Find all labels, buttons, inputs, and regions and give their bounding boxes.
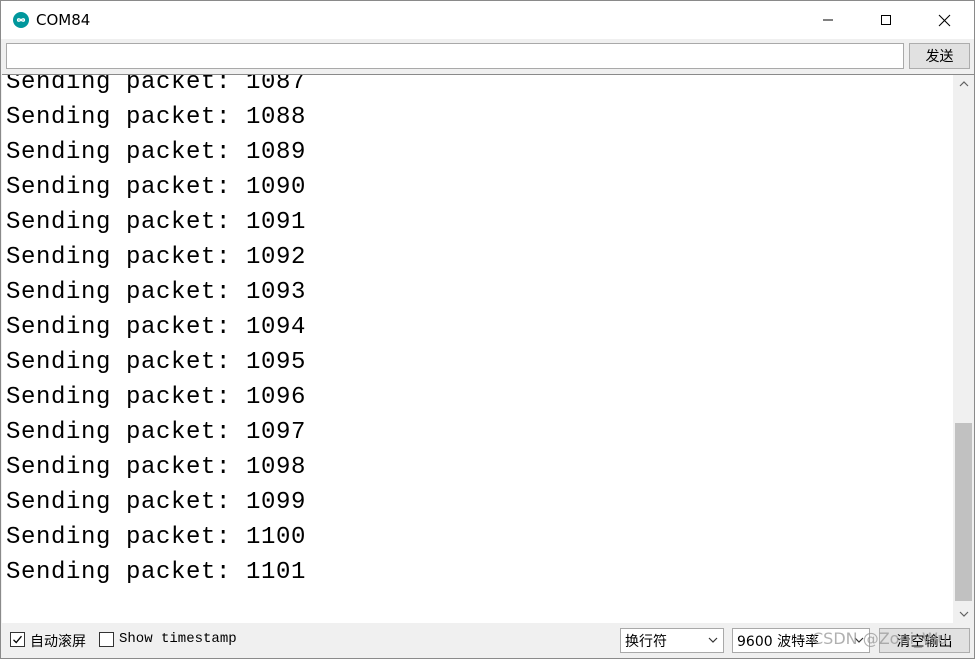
window-title: COM84	[36, 11, 91, 29]
output-line: Sending packet: 1094	[6, 314, 307, 341]
output-line: Sending packet: 1089	[6, 139, 307, 166]
output-line: Sending packet: 1092	[6, 244, 307, 271]
vertical-scrollbar[interactable]	[953, 74, 974, 623]
output-line: Sending packet: 1097	[6, 419, 307, 446]
chevron-down-icon	[854, 637, 864, 643]
autoscroll-label[interactable]: 自动滚屏	[30, 631, 86, 651]
output-lines: Sending packet: 1087 Sending packet: 1088…	[6, 74, 307, 590]
output-line: Sending packet: 1090	[6, 174, 307, 201]
scroll-down-button[interactable]	[953, 605, 974, 623]
line-ending-select[interactable]: 换行符	[620, 628, 724, 653]
checkmark-icon	[13, 635, 22, 644]
output-line: Sending packet: 1093	[6, 279, 307, 306]
scroll-up-button[interactable]	[953, 75, 974, 93]
title-bar[interactable]: COM84	[1, 1, 974, 39]
timestamp-checkbox[interactable]	[99, 632, 114, 647]
output-line: Sending packet: 1091	[6, 209, 307, 236]
output-line: Sending packet: 1098	[6, 454, 307, 481]
chevron-down-icon	[708, 637, 718, 643]
maximize-icon	[881, 15, 891, 25]
line-ending-value: 换行符	[625, 633, 667, 650]
output-line: Sending packet: 1087	[6, 74, 307, 96]
maximize-button[interactable]	[857, 1, 915, 39]
close-icon	[938, 14, 950, 26]
bottom-bar: 自动滚屏 Show timestamp 换行符 9600 波特率 清空输出	[1, 623, 974, 658]
serial-monitor-window: COM84 发送 Sending packet: 1087 Sending pac…	[0, 0, 975, 659]
output-line: Sending packet: 1099	[6, 489, 307, 516]
send-button[interactable]: 发送	[909, 43, 970, 69]
output-line: Sending packet: 1088	[6, 104, 307, 131]
send-row: 发送	[1, 39, 974, 73]
output-line: Sending packet: 1101	[6, 559, 307, 586]
baud-rate-value: 9600 波特率	[737, 633, 820, 650]
output-line: Sending packet: 1096	[6, 384, 307, 411]
output-line: Sending packet: 1100	[6, 524, 307, 551]
baud-rate-select[interactable]: 9600 波特率	[732, 628, 870, 653]
timestamp-label[interactable]: Show timestamp	[119, 631, 237, 647]
clear-output-button[interactable]: 清空输出	[879, 628, 970, 653]
minimize-icon	[823, 19, 833, 21]
arduino-infinity-icon	[13, 12, 29, 28]
serial-output[interactable]: Sending packet: 1087 Sending packet: 1088…	[2, 74, 953, 623]
chevron-up-icon	[959, 81, 968, 87]
autoscroll-checkbox[interactable]	[10, 632, 25, 647]
scroll-thumb[interactable]	[955, 423, 972, 601]
send-input[interactable]	[6, 43, 904, 69]
minimize-button[interactable]	[799, 1, 857, 39]
close-button[interactable]	[915, 1, 973, 39]
output-line: Sending packet: 1095	[6, 349, 307, 376]
chevron-down-icon	[959, 611, 968, 617]
